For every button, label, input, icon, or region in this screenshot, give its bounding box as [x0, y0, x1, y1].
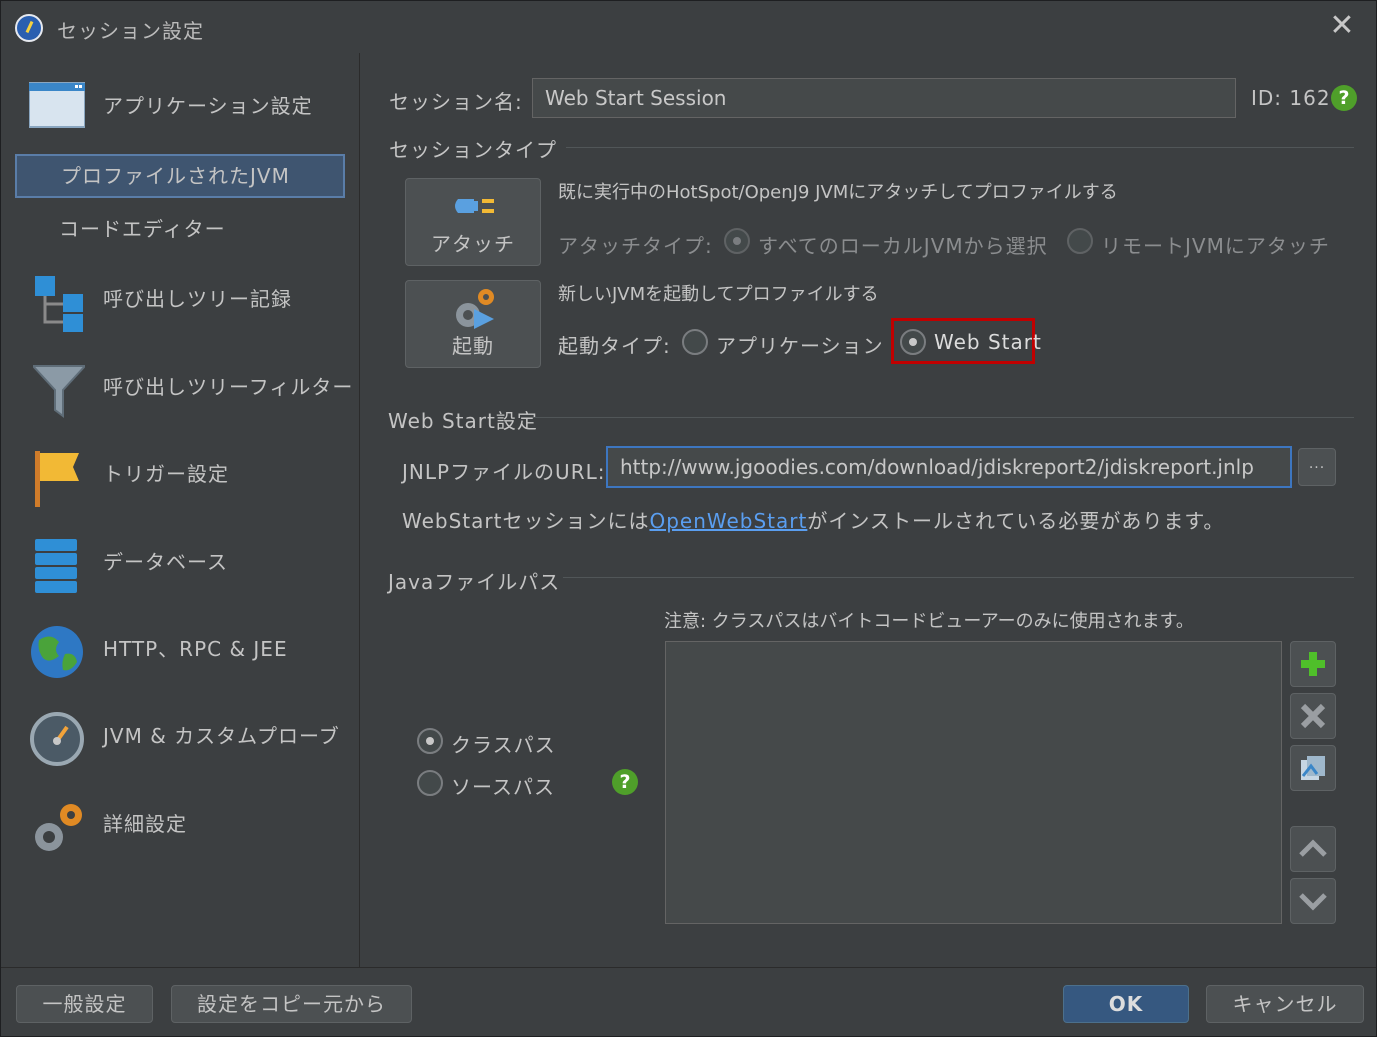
- sourcepath-label: ソースパス: [451, 775, 555, 799]
- session-name-input[interactable]: Web Start Session: [532, 78, 1236, 118]
- attach-type-label: アタッチタイプ:: [558, 234, 713, 258]
- title-bar: セッション設定 ✕: [1, 1, 1376, 53]
- launch-application-label: アプリケーション: [716, 334, 884, 358]
- launch-application-radio[interactable]: [682, 329, 708, 355]
- sidebar-item-label: HTTP、RPC & JEE: [103, 637, 288, 661]
- openwebstart-link[interactable]: OpenWebStart: [649, 509, 807, 533]
- launch-webstart-radio[interactable]: [900, 329, 926, 355]
- attach-remote-label: リモートJVMにアタッチ: [1101, 234, 1330, 258]
- attach-remote-radio[interactable]: [1067, 228, 1093, 254]
- app-logo-icon: [15, 14, 43, 42]
- flag-icon: [33, 449, 89, 507]
- java-path-section-label: Javaファイルパス: [388, 570, 561, 594]
- help-icon[interactable]: ?: [1331, 85, 1357, 111]
- add-path-button[interactable]: [1290, 641, 1336, 687]
- launch-webstart-label: Web Start: [934, 330, 1042, 354]
- close-icon[interactable]: ✕: [1327, 11, 1357, 41]
- sidebar-item-label: 呼び出しツリーフィルター: [103, 375, 354, 399]
- move-up-icon: [1299, 839, 1327, 857]
- attach-description: 既に実行中のHotSpot/OpenJ9 JVMにアタッチしてプロファイルする: [558, 182, 1118, 203]
- session-name-label: セッション名:: [389, 90, 523, 114]
- sidebar-item-call-tree-filter[interactable]: 呼び出しツリーフィルター: [1, 352, 359, 422]
- sidebar-item-label: データベース: [103, 550, 228, 574]
- classpath-radio[interactable]: [417, 728, 443, 754]
- sidebar-item-label: 呼び出しツリー記録: [103, 287, 292, 311]
- main-panel: セッション名: Web Start Session ID: 162 ? セッショ…: [361, 53, 1376, 967]
- footer-divider: [1, 967, 1376, 968]
- funnel-icon: [30, 362, 89, 418]
- globe-icon: [29, 624, 85, 678]
- browse-button[interactable]: ...: [1298, 448, 1336, 486]
- section-divider: [563, 577, 1354, 578]
- add-icon: [1301, 652, 1325, 676]
- launch-button[interactable]: 起動: [405, 280, 541, 368]
- sidebar-item-label: JVM & カスタムプローブ: [103, 724, 340, 748]
- remove-path-button[interactable]: [1290, 693, 1336, 739]
- session-type-section-label: セッションタイプ: [389, 138, 557, 162]
- attach-button[interactable]: アタッチ: [405, 178, 541, 266]
- window-icon: [28, 81, 86, 131]
- move-down-icon: [1299, 893, 1327, 911]
- webstart-note-suffix: がインストールされている必要があります。: [807, 509, 1225, 533]
- webstart-note: WebStartセッションにはOpenWebStartがインストールされている必…: [402, 505, 1224, 534]
- webstart-note-prefix: WebStartセッションには: [402, 509, 650, 533]
- gauge-icon: [29, 711, 85, 766]
- sidebar-item-application-settings[interactable]: アプリケーション設定: [1, 71, 359, 141]
- help-icon[interactable]: ?: [612, 769, 638, 795]
- call-tree-icon: [33, 274, 89, 332]
- database-icon: [33, 537, 89, 593]
- sidebar-item-http-rpc-jee[interactable]: HTTP、RPC & JEE: [1, 614, 359, 684]
- copy-icon: [1301, 756, 1325, 780]
- attach-button-label: アタッチ: [431, 232, 515, 256]
- move-up-button[interactable]: [1290, 826, 1336, 872]
- jnlp-url-label: JNLPファイルのURL:: [402, 460, 606, 484]
- webstart-section-label: Web Start設定: [388, 409, 538, 433]
- sourcepath-radio[interactable]: [417, 770, 443, 796]
- sidebar-item-profiled-jvm[interactable]: プロファイルされたJVM: [15, 154, 345, 198]
- sidebar-item-label: トリガー設定: [103, 462, 229, 486]
- path-list[interactable]: [665, 641, 1282, 924]
- settings-sidebar: アプリケーション設定 プロファイルされたJVM コードエディター 呼び出しツリー…: [1, 53, 360, 967]
- copy-settings-button[interactable]: 設定をコピー元から: [171, 985, 412, 1023]
- sidebar-item-label: 詳細設定: [103, 812, 187, 836]
- plug-icon: [455, 199, 494, 213]
- sidebar-item-advanced-settings[interactable]: 詳細設定: [1, 789, 359, 859]
- move-down-button[interactable]: [1290, 878, 1336, 924]
- sidebar-item-database[interactable]: データベース: [1, 527, 359, 597]
- remove-icon: [1300, 703, 1326, 729]
- classpath-note: 注意: クラスパスはバイトコードビューアーのみに使用されます。: [664, 611, 1194, 632]
- sidebar-item-label: アプリケーション設定: [103, 94, 313, 118]
- launch-type-label: 起動タイプ:: [558, 334, 671, 358]
- jnlp-url-input[interactable]: http://www.jgoodies.com/download/jdiskre…: [606, 446, 1292, 488]
- window-title: セッション設定: [57, 19, 204, 43]
- attach-local-label: すべてのローカルJVMから選択: [758, 234, 1048, 258]
- sidebar-item-call-tree-recording[interactable]: 呼び出しツリー記録: [1, 264, 359, 334]
- cancel-button[interactable]: キャンセル: [1206, 985, 1364, 1023]
- ok-button[interactable]: OK: [1063, 985, 1189, 1023]
- session-id-label: ID: 162: [1251, 86, 1331, 110]
- attach-local-radio[interactable]: [724, 228, 750, 254]
- section-divider: [533, 417, 1354, 418]
- sidebar-item-code-editor[interactable]: コードエディター: [15, 207, 345, 251]
- sidebar-item-jvm-custom-probes[interactable]: JVM & カスタムプローブ: [1, 701, 359, 771]
- launch-description: 新しいJVMを起動してプロファイルする: [558, 284, 879, 305]
- section-divider: [566, 147, 1354, 148]
- gears-icon: [29, 799, 85, 851]
- sidebar-item-trigger-settings[interactable]: トリガー設定: [1, 439, 359, 509]
- launch-gear-icon: [456, 289, 494, 329]
- launch-button-label: 起動: [452, 334, 494, 358]
- copy-path-button[interactable]: [1290, 745, 1336, 791]
- classpath-label: クラスパス: [451, 733, 556, 757]
- session-settings-dialog: セッション設定 ✕ アプリケーション設定 プロファイルされたJVM コードエディ…: [0, 0, 1377, 1037]
- general-settings-button[interactable]: 一般設定: [16, 985, 153, 1023]
